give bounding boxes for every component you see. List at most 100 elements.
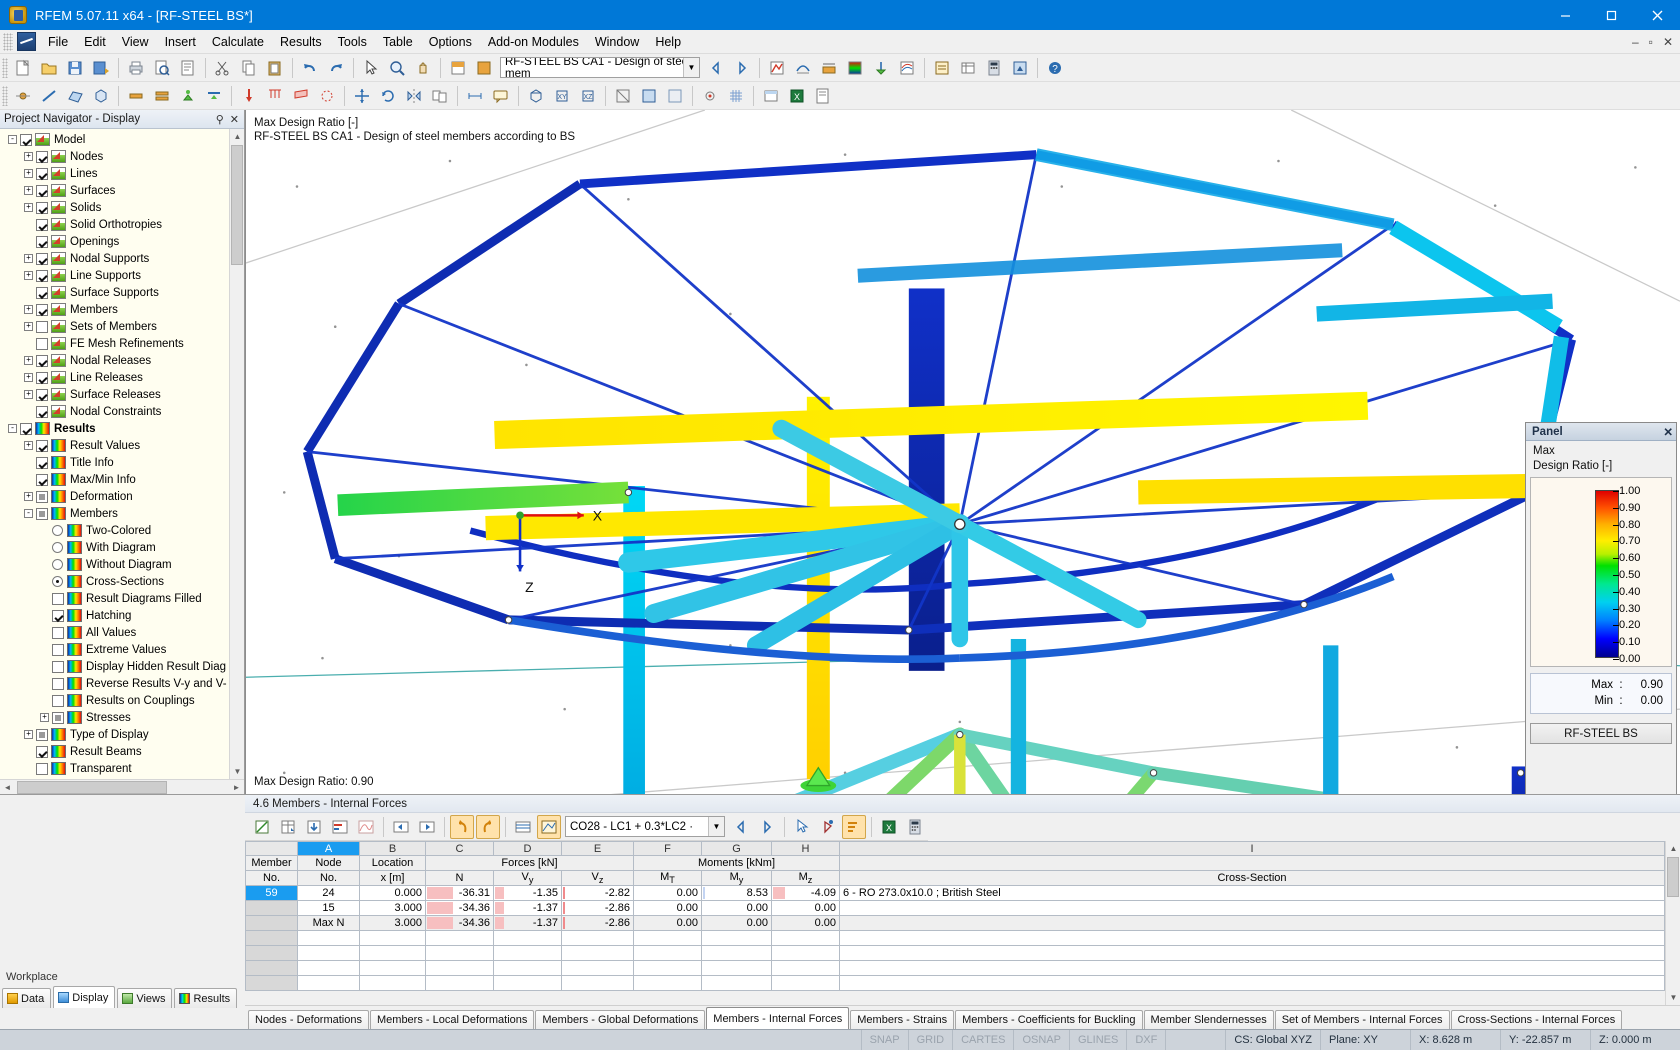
tree-expand-icon[interactable]: + — [24, 254, 33, 263]
results-tab-cross-sections-internal-forces[interactable]: Cross-Sections - Internal Forces — [1450, 1010, 1623, 1029]
tree-checkbox[interactable] — [36, 439, 48, 452]
table-calculator-icon[interactable] — [903, 815, 927, 839]
status-dxf-toggle[interactable]: DXF — [1126, 1029, 1165, 1050]
rf-steel-bs-module-button[interactable]: RF-STEEL BS — [1530, 723, 1672, 744]
status-grid-toggle[interactable]: GRID — [907, 1029, 953, 1050]
tree-checkbox[interactable] — [52, 677, 64, 690]
empty-cell[interactable] — [297, 930, 360, 947]
scroll-up-icon[interactable]: ▲ — [230, 129, 244, 144]
empty-cell[interactable] — [359, 975, 426, 992]
tree-expand-icon[interactable]: + — [24, 152, 33, 161]
tree-collapse-icon[interactable]: - — [8, 424, 17, 433]
tree-item-results[interactable]: - Results — [0, 420, 244, 437]
navigator-vertical-scrollbar[interactable]: ▲ ▼ — [229, 129, 244, 779]
table-redo-icon[interactable] — [476, 814, 500, 839]
tree-item-nodal-supports[interactable]: + Nodal Supports — [0, 250, 244, 267]
tree-checkbox[interactable] — [52, 694, 64, 707]
col-letter-c[interactable]: C — [425, 841, 494, 856]
structural-model-3d-view[interactable]: X Z — [246, 110, 1680, 794]
window-maximize-button[interactable] — [1588, 0, 1634, 30]
tree-item-line-supports[interactable]: + Line Supports — [0, 267, 244, 284]
results-on-off-icon[interactable] — [765, 56, 789, 80]
scroll-down-icon[interactable]: ▼ — [230, 764, 244, 779]
empty-cell[interactable] — [839, 975, 1665, 992]
status-snap-toggle[interactable]: SNAP — [860, 1029, 908, 1050]
pan-icon[interactable] — [411, 56, 435, 80]
cell-MT[interactable]: 0.00 — [633, 915, 702, 932]
tree-expand-icon[interactable]: + — [24, 730, 33, 739]
tree-item-hatching[interactable]: Hatching — [0, 607, 244, 624]
tree-item-reverse-results-v-y-and-v[interactable]: Reverse Results V-y and V- — [0, 675, 244, 692]
navigator-tab-results[interactable]: Results — [174, 988, 238, 1008]
set-of-members-icon[interactable] — [150, 84, 174, 108]
line-support-icon[interactable] — [202, 84, 226, 108]
solid-tool-icon[interactable] — [89, 84, 113, 108]
comment-icon[interactable] — [489, 84, 513, 108]
table-export-excel-icon[interactable]: X — [877, 815, 901, 839]
internal-forces-table-body[interactable]: 59 24 0.000 -36.31 -1.35 -2.82 0.00 8.53 -4.09 6 … — [245, 885, 1665, 992]
tree-checkbox[interactable] — [36, 762, 48, 775]
rotate-icon[interactable] — [376, 84, 400, 108]
tree-item-cross-sections[interactable]: Cross-Sections — [0, 573, 244, 590]
empty-cell[interactable] — [561, 960, 634, 977]
tree-expand-icon[interactable]: + — [24, 169, 33, 178]
empty-cell[interactable] — [771, 930, 840, 947]
open-file-icon[interactable] — [37, 56, 61, 80]
empty-cell[interactable] — [561, 975, 634, 992]
scroll-right-icon[interactable]: ► — [229, 783, 244, 792]
table-sort-icon[interactable] — [842, 814, 866, 839]
menu-insert[interactable]: Insert — [157, 32, 204, 52]
hscroll-thumb[interactable] — [17, 780, 167, 794]
empty-cell[interactable] — [297, 945, 360, 962]
window-minimize-button[interactable] — [1542, 0, 1588, 30]
tree-item-lines[interactable]: + Lines — [0, 165, 244, 182]
tree-radio-button[interactable] — [52, 576, 63, 587]
tree-checkbox[interactable] — [36, 337, 48, 350]
view-iso-icon[interactable] — [524, 84, 548, 108]
tree-expand-icon[interactable]: + — [24, 322, 33, 331]
tree-checkbox[interactable] — [52, 626, 64, 639]
tree-checkbox[interactable] — [36, 218, 48, 231]
menu-results[interactable]: Results — [272, 32, 330, 52]
tree-expand-icon[interactable]: + — [40, 713, 49, 722]
tree-radio-button[interactable] — [52, 559, 63, 570]
tree-checkbox[interactable] — [36, 167, 48, 180]
printout-report-icon[interactable] — [176, 56, 200, 80]
table-prev-lc-icon[interactable] — [729, 815, 753, 839]
tree-checkbox[interactable] — [36, 201, 48, 214]
color-legend[interactable]: 1.00 0.90 0.80 0.70 0.60 0.50 0.40 0.30 0.20 0.10… — [1530, 477, 1672, 667]
cell-node[interactable]: 15 — [297, 900, 360, 917]
panel-close-icon[interactable]: ✕ — [1663, 425, 1673, 439]
col-letter-f[interactable]: F — [633, 841, 702, 856]
tree-item-result-beams[interactable]: Result Beams — [0, 743, 244, 760]
tree-checkbox[interactable] — [52, 660, 64, 673]
empty-cell[interactable] — [359, 960, 426, 977]
tree-checkbox[interactable] — [52, 711, 64, 724]
table-color-bars-icon[interactable] — [328, 815, 352, 839]
undo-icon[interactable] — [298, 56, 322, 80]
table-toggle-icon[interactable] — [956, 56, 980, 80]
tree-expand-icon[interactable]: + — [24, 305, 33, 314]
col-letter-i[interactable]: I — [839, 841, 1665, 856]
prev-case-icon[interactable] — [704, 56, 728, 80]
empty-cell[interactable] — [493, 945, 562, 962]
member-tool-icon[interactable] — [124, 84, 148, 108]
tree-item-members[interactable]: + Members — [0, 301, 244, 318]
empty-cell[interactable] — [561, 945, 634, 962]
tree-checkbox[interactable] — [36, 303, 48, 316]
print-icon[interactable] — [124, 56, 148, 80]
mirror-icon[interactable] — [402, 84, 426, 108]
scroll-left-icon[interactable]: ◄ — [0, 783, 15, 792]
col-letter-e[interactable]: E — [561, 841, 634, 856]
tree-checkbox[interactable] — [20, 422, 32, 435]
tree-radio-button[interactable] — [52, 525, 63, 536]
line-tool-icon[interactable] — [37, 84, 61, 108]
cell-MT[interactable]: 0.00 — [633, 900, 702, 917]
cell-Vz[interactable]: -2.82 — [561, 885, 634, 902]
empty-cell[interactable] — [771, 960, 840, 977]
cell-Vy[interactable]: -1.37 — [493, 915, 562, 932]
isolines-icon[interactable] — [895, 56, 919, 80]
menu-calculate[interactable]: Calculate — [204, 32, 272, 52]
mdi-close-button[interactable]: ✕ — [1660, 35, 1676, 49]
cell-MT[interactable]: 0.00 — [633, 885, 702, 902]
